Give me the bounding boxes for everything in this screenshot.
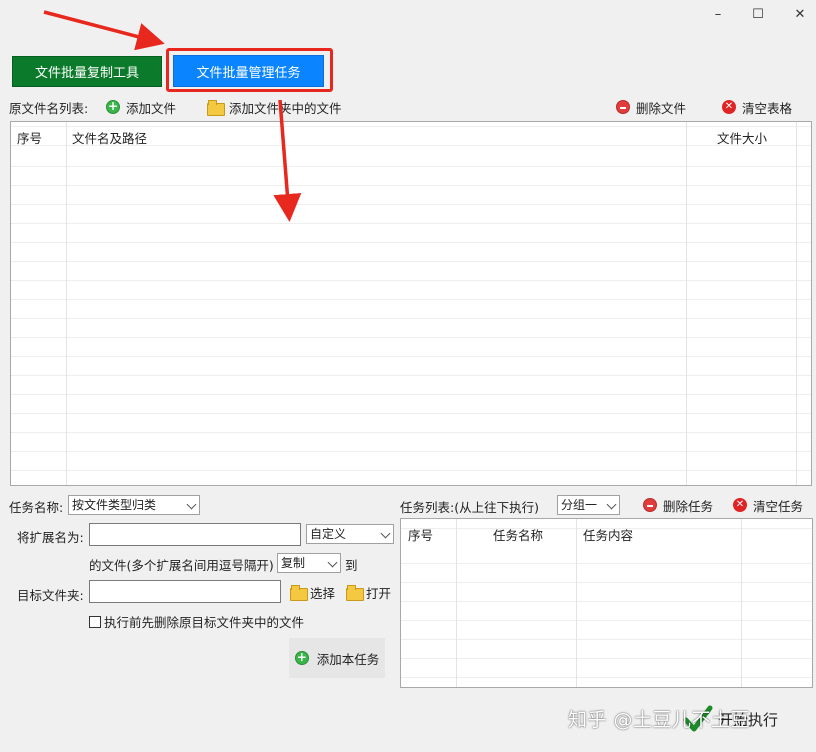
task-column-header-content[interactable]: 任务内容	[583, 525, 633, 544]
arrow-to-tab	[43, 10, 165, 51]
column-divider	[796, 122, 797, 485]
tab-batch-copy[interactable]: 文件批量复制工具	[12, 56, 162, 87]
open-folder-label: 打开	[366, 585, 392, 601]
source-list-label-text: 原文件名列表:	[9, 100, 89, 116]
add-task-label: 添加本任务	[316, 651, 380, 667]
ext-hint: 的文件(多个扩展名间用逗号隔开)	[89, 558, 274, 573]
column-divider	[576, 519, 577, 687]
task-name-label: 任务名称:	[9, 500, 64, 515]
file-table[interactable]: 序号 文件名及路径 文件大小	[10, 121, 812, 486]
group-select[interactable]: 分组一	[557, 495, 620, 515]
choose-folder-label: 选择	[310, 585, 336, 601]
watermark-text: 知乎 @土豆儿不土豆	[568, 709, 751, 731]
action-value: 复制	[281, 556, 306, 570]
target-folder-input[interactable]	[89, 580, 281, 603]
delete-task-button[interactable]: 删除任务	[643, 496, 713, 514]
task-table-rows	[401, 519, 812, 687]
delete-task-label: 删除任务	[663, 498, 714, 514]
checkbox-icon	[89, 615, 101, 628]
clear-table-label: 清空表格	[742, 100, 793, 116]
group-value: 分组一	[561, 498, 598, 512]
source-list-label: 原文件名列表:	[9, 98, 88, 116]
to-label: 到	[345, 558, 358, 573]
column-divider	[456, 519, 457, 687]
action-select[interactable]: 复制	[277, 553, 341, 573]
add-task-button[interactable]: + 添加本任务	[289, 638, 385, 678]
folder-icon	[207, 100, 225, 116]
column-header-index[interactable]: 序号	[17, 128, 42, 147]
task-name-select[interactable]: 按文件类型归类	[68, 495, 200, 515]
plus-circle-icon: +	[106, 99, 120, 114]
maximize-button[interactable]: ☐	[746, 4, 770, 26]
plus-circle-icon: +	[294, 650, 309, 665]
task-list-label: 任务列表:(从上往下执行)	[400, 500, 539, 515]
ext-label: 将扩展名为:	[17, 530, 84, 545]
pre-delete-label: 执行前先删除原目标文件夹中的文件	[104, 615, 305, 630]
minus-circle-icon	[643, 498, 657, 512]
close-button[interactable]: ✕	[788, 4, 812, 26]
chevron-down-icon	[606, 499, 617, 510]
minimize-button[interactable]: –	[706, 4, 730, 26]
add-folder-files-button[interactable]: 添加文件夹中的文件	[207, 98, 342, 116]
delete-file-button[interactable]: 删除文件	[616, 98, 686, 116]
delete-file-label: 删除文件	[636, 100, 687, 116]
add-folder-files-label: 添加文件夹中的文件	[229, 100, 342, 116]
column-header-path[interactable]: 文件名及路径	[72, 128, 147, 147]
task-column-header-name[interactable]: 任务名称	[493, 525, 543, 544]
minus-circle-icon	[616, 100, 630, 114]
column-divider	[66, 122, 67, 485]
clear-tasks-label: 清空任务	[753, 498, 804, 514]
choose-folder-button[interactable]: 选择	[286, 580, 339, 604]
tab-batch-copy-label: 文件批量复制工具	[34, 66, 139, 81]
add-file-label: 添加文件	[126, 100, 177, 116]
ext-mode-select[interactable]: 自定义	[306, 524, 394, 544]
target-folder-label: 目标文件夹:	[17, 588, 84, 603]
task-column-header-index[interactable]: 序号	[408, 525, 433, 544]
extension-input[interactable]	[89, 523, 301, 546]
file-table-rows	[11, 122, 811, 485]
folder-search-icon	[346, 585, 364, 601]
task-table[interactable]: 序号 任务名称 任务内容	[400, 518, 813, 688]
column-header-size[interactable]: 文件大小	[717, 128, 767, 147]
annotation-highlight-box	[166, 48, 333, 92]
pre-delete-checkbox[interactable]: 执行前先删除原目标文件夹中的文件	[89, 612, 304, 631]
open-folder-button[interactable]: 打开	[342, 580, 395, 604]
x-circle-icon: ✕	[733, 498, 747, 512]
chevron-down-icon	[380, 528, 391, 539]
column-divider	[686, 122, 687, 485]
task-name-value: 按文件类型归类	[72, 498, 157, 512]
ext-mode-value: 自定义	[310, 527, 347, 541]
x-circle-icon: ✕	[722, 100, 736, 114]
column-divider	[741, 519, 742, 687]
folder-open-icon	[290, 585, 308, 601]
add-file-button[interactable]: + 添加文件	[106, 98, 176, 116]
chevron-down-icon	[186, 499, 197, 510]
clear-table-button[interactable]: ✕ 清空表格	[722, 98, 792, 116]
clear-tasks-button[interactable]: ✕ 清空任务	[733, 496, 803, 514]
chevron-down-icon	[327, 557, 338, 568]
